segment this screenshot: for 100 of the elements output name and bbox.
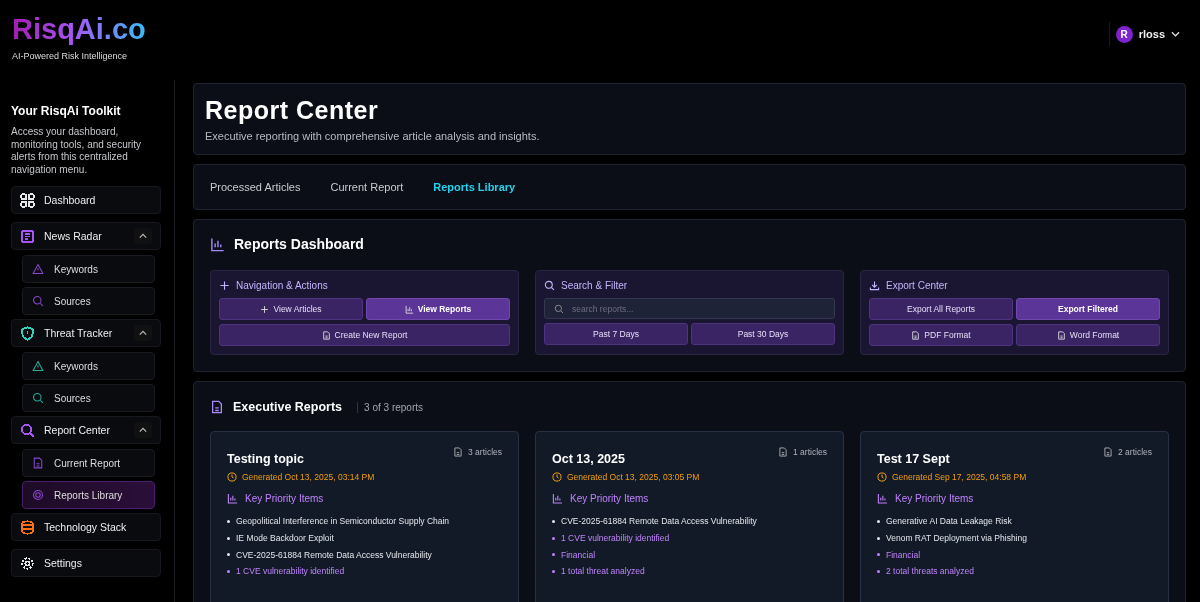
panel-title: Export Center	[886, 280, 948, 291]
section-heading: Key Priority Items	[245, 493, 324, 504]
tab[interactable]: Reports Library	[433, 181, 516, 193]
search-icon	[32, 295, 44, 307]
generated-date: Generated Sep 17, 2025, 04:58 PM	[892, 472, 1027, 482]
sidebar-subitem[interactable]: Sources	[22, 287, 155, 315]
report-title: Oct 13, 2025	[552, 452, 625, 466]
priority-item: Generative AI Data Leakage Risk	[886, 516, 1012, 527]
document-icon	[453, 447, 463, 457]
document-icon	[321, 330, 331, 340]
sidebar-subitem[interactable]: Current Report	[22, 449, 155, 477]
action-button[interactable]: View Articles	[219, 298, 363, 320]
priority-item: IE Mode Backdoor Exploit	[236, 533, 334, 544]
report-count: 3 of 3 reports	[357, 401, 423, 413]
plus-icon	[260, 304, 270, 314]
bullet	[227, 553, 230, 557]
sidebar-item[interactable]: News Radar	[11, 222, 161, 250]
document-icon	[911, 330, 921, 340]
bullet	[227, 569, 230, 573]
bullet	[877, 536, 880, 540]
bullet	[552, 519, 555, 523]
sidebar-item[interactable]: Report Center	[11, 416, 161, 444]
generated-date: Generated Oct 13, 2025, 03:14 PM	[242, 472, 375, 482]
user-menu[interactable]: R rloss	[1108, 22, 1188, 46]
report-card[interactable]: Oct 13, 2025 1 articles Generated Oct 13, 2025, 03:05 PM Key Priority Items CVE-2025-61884 Remote Data Access Vulnerability 1 CVE vulnerability identified Financial 1 total threat analyzed	[535, 431, 844, 602]
search-field[interactable]: search reports...	[544, 298, 835, 319]
priority-item: 2 total threats analyzed	[886, 566, 974, 577]
document-icon	[1056, 330, 1066, 340]
document-icon	[778, 447, 788, 457]
priority-item: 1 CVE vulnerability identified	[236, 566, 345, 577]
sidebar-item[interactable]: Threat Tracker	[11, 319, 161, 347]
report-title: Testing topic	[227, 452, 304, 466]
priority-item: 1 total threat analyzed	[561, 566, 645, 577]
clock-icon	[877, 472, 887, 482]
bullet	[877, 553, 880, 557]
priority-item: Venom RAT Deployment via Phishing	[886, 533, 1027, 544]
bullet	[227, 536, 230, 540]
avatar: R	[1115, 25, 1133, 43]
action-button[interactable]: View Reports	[366, 298, 510, 320]
report-title: Test 17 Sept	[877, 452, 950, 466]
chevron-down-icon	[1171, 31, 1180, 37]
bullet	[227, 519, 230, 523]
section-heading: Key Priority Items	[895, 493, 974, 504]
bullet	[552, 569, 555, 573]
priority-item: 1 CVE vulnerability identified	[561, 533, 670, 544]
sidebar-subitem[interactable]: Keywords	[22, 352, 155, 380]
search-icon	[544, 280, 555, 291]
section-title: Reports Dashboard	[234, 236, 364, 252]
priority-item: Financial	[561, 549, 596, 560]
article-count: 1 articles	[793, 447, 827, 457]
report-card[interactable]	[210, 431, 519, 602]
action-button[interactable]: Past 7 Days	[544, 323, 688, 345]
chevron-up-icon[interactable]	[134, 325, 152, 341]
panel-title: Navigation & Actions	[236, 280, 328, 291]
action-button[interactable]: PDF Format	[869, 324, 1013, 346]
action-button[interactable]: Create New Report	[219, 324, 510, 346]
section-heading: Key Priority Items	[570, 493, 649, 504]
sidebar-subitem[interactable]: Sources	[22, 384, 155, 412]
sidebar-item[interactable]: Settings	[11, 549, 161, 577]
report-card[interactable]: Test 17 Sept 2 articles Generated Sep 17, 2025, 04:58 PM Key Priority Items Generative AI Data Leakage Risk Venom RAT Deployment via Phishing Financial 2 total threats analyzed	[860, 431, 1169, 602]
bullet	[552, 553, 555, 557]
page-subtitle: Executive reporting with comprehensive article analysis and insights.	[205, 130, 541, 142]
document-icon	[1103, 447, 1113, 457]
plus-icon	[219, 280, 230, 291]
bar-chart-icon	[227, 493, 238, 504]
action-button[interactable]: Past 30 Days	[691, 323, 835, 345]
tab[interactable]: Processed Articles	[210, 181, 301, 193]
priority-item: Financial	[886, 549, 921, 560]
article-count: 2 articles	[1118, 447, 1152, 457]
search-icon	[32, 392, 44, 404]
clock-icon	[552, 472, 562, 482]
action-button[interactable]: Word Format	[1016, 324, 1160, 346]
priority-item: CVE-2025-61884 Remote Data Access Vulnerability	[236, 549, 432, 560]
chevron-up-icon[interactable]	[134, 422, 152, 438]
bar-chart-icon	[404, 304, 414, 314]
tab[interactable]: Current Report	[330, 181, 404, 193]
sidebar-item[interactable]: Technology Stack	[11, 513, 161, 541]
bar-chart-icon	[210, 236, 225, 252]
clock-icon	[227, 472, 237, 482]
search-icon	[554, 304, 564, 314]
page-title: Report Center	[205, 96, 380, 125]
bar-chart-icon	[552, 493, 563, 504]
document-icon	[32, 457, 44, 469]
sidebar-item[interactable]: Dashboard	[11, 186, 161, 214]
sidebar-subitem[interactable]: Reports Library	[22, 481, 155, 509]
section-title: Executive Reports	[233, 400, 343, 414]
action-button[interactable]: Export Filtered	[1016, 298, 1160, 320]
sidebar-subitem[interactable]: Keywords	[22, 255, 155, 283]
bullet	[877, 569, 880, 573]
logo: RisqAi.co	[12, 14, 146, 46]
action-button[interactable]: Export All Reports	[869, 298, 1013, 320]
sidebar-description: Access your dashboard, monitoring tools, and security alerts from this centralized navigation menu.	[11, 126, 143, 176]
document-icon	[210, 400, 224, 414]
bullet	[877, 519, 880, 523]
generated-date: Generated Oct 13, 2025, 03:05 PM	[567, 472, 700, 482]
priority-item: CVE-2025-61884 Remote Data Access Vulnerability	[561, 516, 757, 527]
sidebar-title: Your RisqAi Toolkit	[11, 104, 122, 118]
chevron-up-icon[interactable]	[134, 228, 152, 244]
warning-icon	[32, 263, 44, 275]
warning-icon	[32, 360, 44, 372]
